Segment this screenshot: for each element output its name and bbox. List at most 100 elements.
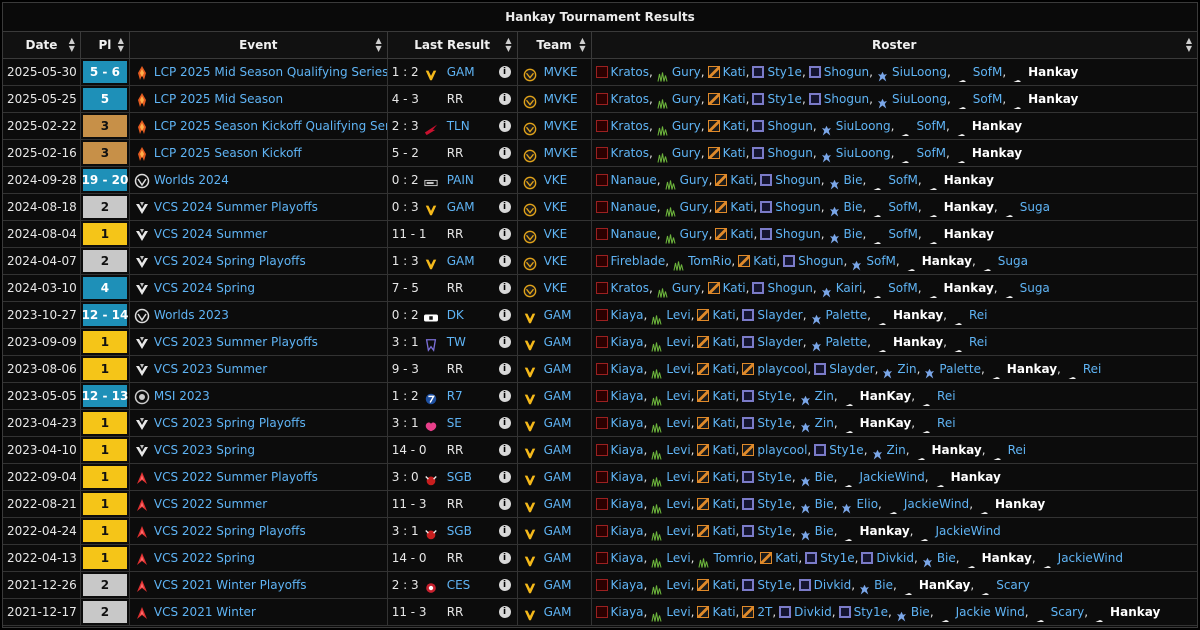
player-name[interactable]: Levi: [666, 464, 690, 490]
player-name[interactable]: Kiaya: [611, 518, 644, 544]
player-name[interactable]: Palette: [826, 302, 868, 328]
player-name[interactable]: SiuLoong: [836, 113, 891, 139]
player-name[interactable]: JackieWind: [935, 518, 1000, 544]
player-name[interactable]: Rei: [969, 329, 988, 355]
info-icon[interactable]: i: [498, 228, 511, 240]
player-name[interactable]: Kiaya: [611, 302, 644, 328]
player-name[interactable]: Kiaya: [611, 437, 644, 463]
opponent-name[interactable]: SGB: [447, 464, 472, 490]
player-name[interactable]: Levi: [666, 329, 690, 355]
event-link[interactable]: VCS 2021 Winter Playoffs: [154, 572, 307, 598]
player-name[interactable]: playcool: [757, 437, 807, 463]
event-link[interactable]: VCS 2022 Summer: [154, 491, 267, 517]
team-link[interactable]: GAM: [544, 572, 572, 598]
sort-team-header[interactable]: Team ▲ ▼: [518, 32, 592, 58]
info-icon[interactable]: i: [498, 66, 511, 78]
team-link[interactable]: VKE: [544, 248, 568, 274]
opponent-name[interactable]: TLN: [447, 113, 470, 139]
player-name[interactable]: JackieWind: [859, 464, 924, 490]
player-name[interactable]: Zin: [815, 383, 834, 409]
player-name[interactable]: Kratos: [611, 140, 649, 166]
opponent-name[interactable]: GAM: [447, 59, 475, 85]
player-name[interactable]: SofM: [916, 113, 946, 139]
player-name[interactable]: Kati: [712, 410, 735, 436]
player-name[interactable]: Kati: [712, 491, 735, 517]
team-link[interactable]: MVKE: [544, 86, 578, 112]
opponent-name[interactable]: CES: [447, 572, 471, 598]
sort-event-header[interactable]: Event ▲ ▼: [130, 32, 388, 58]
player-name[interactable]: SofM: [973, 59, 1003, 85]
player-name[interactable]: Divkid: [794, 599, 832, 625]
player-name[interactable]: Sty1e: [820, 545, 854, 571]
player-name[interactable]: Levi: [666, 410, 690, 436]
player-name[interactable]: Suga: [998, 248, 1028, 274]
player-name[interactable]: Slayder: [757, 329, 802, 355]
info-icon[interactable]: i: [498, 336, 511, 348]
sort-result-header[interactable]: Last Result ▲ ▼: [388, 32, 518, 58]
info-icon[interactable]: i: [498, 390, 511, 402]
info-icon[interactable]: i: [498, 147, 511, 159]
player-name[interactable]: Rei: [937, 410, 956, 436]
event-link[interactable]: VCS 2024 Summer Playoffs: [154, 194, 318, 220]
team-link[interactable]: GAM: [544, 437, 572, 463]
player-name[interactable]: SofM: [888, 275, 918, 301]
team-link[interactable]: GAM: [544, 356, 572, 382]
player-name[interactable]: Levi: [666, 491, 690, 517]
player-name[interactable]: Kiaya: [611, 491, 644, 517]
player-name[interactable]: Gury: [672, 275, 701, 301]
event-link[interactable]: MSI 2023: [154, 383, 210, 409]
player-name[interactable]: Kati: [712, 572, 735, 598]
player-name[interactable]: Kati: [712, 356, 735, 382]
player-name[interactable]: SiuLoong: [836, 140, 891, 166]
player-name[interactable]: Nanaue: [611, 194, 657, 220]
event-link[interactable]: LCP 2025 Season Kickoff Qualifying Serie…: [154, 113, 387, 139]
player-name[interactable]: Kati: [775, 545, 798, 571]
player-name[interactable]: Kiaya: [611, 599, 644, 625]
team-link[interactable]: GAM: [544, 329, 572, 355]
team-link[interactable]: MVKE: [544, 59, 578, 85]
team-link[interactable]: MVKE: [544, 140, 578, 166]
team-link[interactable]: GAM: [544, 302, 572, 328]
player-name[interactable]: Kati: [753, 248, 776, 274]
player-name[interactable]: Shogun: [775, 194, 820, 220]
player-name[interactable]: Kiaya: [611, 545, 644, 571]
player-name[interactable]: Bie: [874, 572, 893, 598]
event-link[interactable]: VCS 2023 Spring Playoffs: [154, 410, 306, 436]
player-name[interactable]: Kiaya: [611, 383, 644, 409]
player-name[interactable]: Kratos: [611, 113, 649, 139]
sort-roster-header[interactable]: Roster ▲ ▼: [592, 32, 1197, 58]
player-name[interactable]: Shogun: [767, 275, 812, 301]
event-link[interactable]: VCS 2024 Spring Playoffs: [154, 248, 306, 274]
player-name[interactable]: Shogun: [824, 86, 869, 112]
opponent-name[interactable]: R7: [447, 383, 463, 409]
player-name[interactable]: Scary: [996, 572, 1030, 598]
player-name[interactable]: Kiaya: [611, 410, 644, 436]
info-icon[interactable]: i: [498, 444, 511, 456]
opponent-name[interactable]: SGB: [447, 518, 472, 544]
opponent-name[interactable]: TW: [447, 329, 466, 355]
player-name[interactable]: Shogun: [767, 113, 812, 139]
player-name[interactable]: Levi: [666, 383, 690, 409]
info-icon[interactable]: i: [498, 417, 511, 429]
player-name[interactable]: playcool: [757, 356, 807, 382]
opponent-name[interactable]: SE: [447, 410, 462, 436]
player-name[interactable]: SiuLoong: [892, 59, 947, 85]
player-name[interactable]: Levi: [666, 599, 690, 625]
player-name[interactable]: Palette: [826, 329, 868, 355]
player-name[interactable]: Gury: [672, 140, 701, 166]
player-name[interactable]: Levi: [666, 356, 690, 382]
player-name[interactable]: Sty1e: [757, 491, 791, 517]
opponent-name[interactable]: GAM: [447, 248, 475, 274]
player-name[interactable]: Slayder: [757, 302, 802, 328]
player-name[interactable]: Kati: [712, 383, 735, 409]
player-name[interactable]: Gury: [672, 113, 701, 139]
info-icon[interactable]: i: [498, 93, 511, 105]
player-name[interactable]: Sty1e: [829, 437, 863, 463]
player-name[interactable]: Zin: [887, 437, 906, 463]
player-name[interactable]: Kiaya: [611, 572, 644, 598]
player-name[interactable]: Kairi: [836, 275, 863, 301]
player-name[interactable]: Fireblade: [611, 248, 666, 274]
event-link[interactable]: VCS 2022 Summer Playoffs: [154, 464, 318, 490]
player-name[interactable]: SofM: [866, 248, 896, 274]
player-name[interactable]: Suga: [1020, 194, 1050, 220]
